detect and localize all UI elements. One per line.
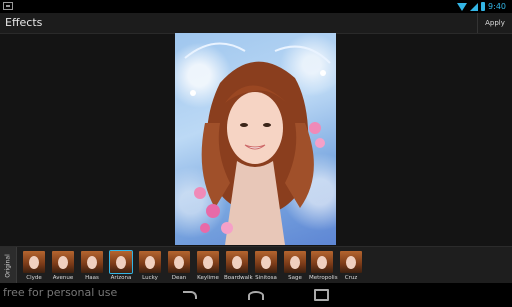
status-icons: 9:40 [457,1,506,12]
effect-thumb-dean[interactable]: Dean [166,251,192,281]
effect-thumbnail-image [81,251,103,273]
effect-thumbnail-image [311,251,333,273]
battery-icon [481,2,486,11]
back-icon [183,291,197,299]
effect-thumbnail-image [139,251,161,273]
effect-label: Metropolis [309,275,338,281]
wifi-icon [457,2,468,11]
original-label: Original [4,253,12,278]
effect-thumb-lucky[interactable]: Lucky [137,251,163,281]
navigation-bar: free for personal use [0,283,512,307]
effect-label: Lucky [142,275,158,281]
signal-icon [470,2,479,11]
effect-label: Boardwalk [224,275,253,281]
effect-thumb-keylime[interactable]: Keylime [195,251,221,281]
effect-label: Haas [85,275,99,281]
effect-label: Dean [171,275,187,281]
effect-label: Sage [288,275,302,281]
action-bar: Effects Apply [0,13,512,34]
watermark-text: free for personal use [3,286,118,299]
effect-thumb-avenue[interactable]: Avenue [50,251,76,281]
effect-thumbnail-image [197,251,219,273]
home-button[interactable] [248,287,264,303]
effect-thumbnail-image [284,251,306,273]
home-icon [248,290,264,300]
effect-thumbnail-image [23,251,45,273]
original-button[interactable]: Original [0,247,17,284]
effect-thumb-sage[interactable]: Sage [282,251,308,281]
effect-thumbnail-image [340,251,362,273]
page-title: Effects [5,16,43,29]
effect-label: Avenue [52,275,74,281]
effect-thumbnail-image [110,251,132,273]
apply-button[interactable]: Apply [477,13,512,33]
notification-image-icon [3,2,13,10]
effect-thumb-clyde[interactable]: Clyde [21,251,47,281]
effect-label: Cruz [344,275,358,281]
effect-thumb-metropolis[interactable]: Metropolis [309,251,338,281]
effect-label: Keylime [197,275,219,281]
effect-thumbnail-image [226,251,248,273]
back-button[interactable] [182,287,198,303]
effect-thumb-sinitosa[interactable]: Sinitosa [253,251,279,281]
effect-label: Arizona [110,275,132,281]
photo-preview [175,33,336,245]
status-clock: 9:40 [488,2,506,11]
effect-thumbnail-image [255,251,277,273]
effect-thumb-haas[interactable]: Haas [79,251,105,281]
effect-thumbnail-image [52,251,74,273]
effect-label: Sinitosa [255,275,277,281]
portrait-image [184,42,331,245]
effects-film-strip: Original Clyde Avenue Haas Arizona Lucky… [0,246,512,284]
status-bar: 9:40 [0,0,512,13]
effect-label: Clyde [26,275,42,281]
effect-thumbnail-image [168,251,190,273]
recent-apps-icon [313,289,329,301]
recent-apps-button[interactable] [313,287,329,303]
effect-thumb-cruz[interactable]: Cruz [338,251,364,281]
effect-thumb-boardwalk[interactable]: Boardwalk [224,251,253,281]
effect-thumb-arizona[interactable]: Arizona [108,251,134,281]
